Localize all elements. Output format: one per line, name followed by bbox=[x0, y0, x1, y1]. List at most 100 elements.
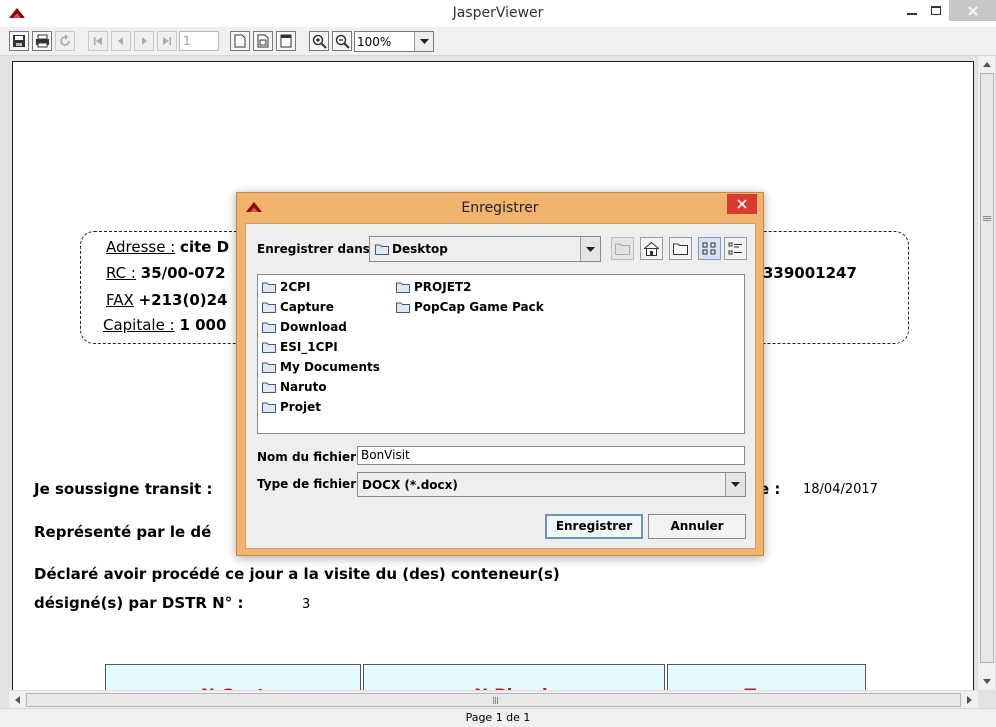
filetype-dropdown-button[interactable] bbox=[725, 473, 745, 496]
zoom-in-button[interactable] bbox=[309, 31, 329, 51]
save-button[interactable]: Enregistrer bbox=[545, 514, 643, 539]
represented-line: Représenté par le dé bbox=[34, 523, 212, 541]
list-item[interactable]: PopCap Game Pack bbox=[396, 298, 544, 315]
list-item[interactable]: 2CPI bbox=[262, 278, 310, 295]
save-dialog: Enregistrer Enregistrer dans : Desktop 2… bbox=[236, 192, 764, 556]
list-item-label: 2CPI bbox=[280, 279, 311, 294]
previous-page-button[interactable] bbox=[111, 31, 131, 51]
fit-page-button[interactable] bbox=[253, 31, 273, 51]
address-label: Adresse : bbox=[106, 238, 176, 256]
zoom-in-icon bbox=[312, 34, 327, 49]
capital-label: Capitale : bbox=[103, 316, 175, 334]
list-item-label: PopCap Game Pack bbox=[414, 299, 544, 314]
dialog-titlebar[interactable]: Enregistrer bbox=[237, 193, 763, 222]
fit-width-button[interactable] bbox=[276, 31, 296, 51]
close-button[interactable] bbox=[949, 0, 996, 21]
list-item-label: Projet bbox=[280, 399, 321, 414]
filename-input[interactable]: BonVisit bbox=[357, 446, 745, 465]
zoom-value: 100% bbox=[357, 35, 392, 49]
folder-icon bbox=[262, 382, 276, 393]
grip-icon bbox=[983, 216, 991, 217]
first-page-icon bbox=[94, 37, 102, 45]
capital-line: Capitale : 1 000 bbox=[103, 316, 226, 334]
declared-line: Déclaré avoir procédé ce jour a la visit… bbox=[34, 565, 560, 583]
arrow-up-icon bbox=[983, 62, 991, 67]
last-page-icon bbox=[163, 37, 171, 45]
print-button[interactable] bbox=[32, 31, 52, 51]
next-page-button[interactable] bbox=[134, 31, 154, 51]
address-value: cite D bbox=[180, 238, 230, 256]
list-item-label: ESI_1CPI bbox=[280, 339, 338, 354]
print-icon bbox=[35, 34, 49, 48]
window-title: JasperViewer bbox=[452, 5, 544, 21]
filetype-select[interactable]: DOCX (*.docx) bbox=[357, 472, 746, 497]
chevron-down-icon bbox=[731, 482, 740, 487]
folder-icon bbox=[262, 342, 276, 353]
window-titlebar[interactable]: JasperViewer bbox=[0, 0, 996, 27]
file-list[interactable]: 2CPI Capture Download ESI_1CPI My Docume… bbox=[257, 274, 745, 434]
dialog-close-button[interactable] bbox=[727, 194, 757, 214]
reload-button[interactable] bbox=[55, 31, 75, 51]
zoom-dropdown-button[interactable] bbox=[414, 32, 433, 51]
cancel-button[interactable]: Annuler bbox=[648, 514, 746, 539]
list-item[interactable]: Download bbox=[262, 318, 347, 335]
dialog-body: Enregistrer dans : Desktop 2CPI Capture … bbox=[245, 223, 756, 549]
list-item[interactable]: Capture bbox=[262, 298, 334, 315]
scroll-right-button[interactable] bbox=[961, 691, 978, 709]
folder-icon bbox=[262, 402, 276, 413]
fax-label: FAX bbox=[106, 291, 134, 309]
zoom-out-button[interactable] bbox=[332, 31, 352, 51]
vertical-scrollbar[interactable] bbox=[977, 56, 995, 690]
home-button[interactable] bbox=[640, 237, 663, 260]
scroll-left-button[interactable] bbox=[9, 691, 26, 709]
list-item-label: PROJET2 bbox=[414, 279, 472, 294]
list-item[interactable]: PROJET2 bbox=[396, 278, 471, 295]
date-value: 18/04/2017 bbox=[803, 482, 878, 497]
actual-size-button[interactable] bbox=[230, 31, 250, 51]
list-item[interactable]: My Documents bbox=[262, 358, 380, 375]
zoom-out-icon bbox=[335, 34, 350, 49]
look-in-label: Enregistrer dans : bbox=[257, 242, 379, 256]
page-status: Page 1 de 1 bbox=[465, 711, 531, 724]
details-view-button[interactable] bbox=[724, 237, 747, 260]
folder-icon bbox=[396, 302, 410, 313]
list-item[interactable]: ESI_1CPI bbox=[262, 338, 338, 355]
new-folder-button[interactable] bbox=[669, 237, 692, 260]
look-in-select[interactable]: Desktop bbox=[369, 236, 601, 262]
first-page-button[interactable] bbox=[88, 31, 108, 51]
right-number: 339001247 bbox=[763, 264, 857, 282]
rc-label: RC : bbox=[106, 264, 136, 282]
look-in-dropdown-button[interactable] bbox=[580, 237, 600, 261]
next-page-icon bbox=[142, 37, 147, 45]
list-item[interactable]: Projet bbox=[262, 398, 321, 415]
capital-value: 1 000 bbox=[179, 316, 227, 334]
horizontal-scrollbar[interactable] bbox=[9, 690, 978, 708]
close-icon bbox=[737, 199, 747, 209]
filetype-value: DOCX (*.docx) bbox=[362, 478, 458, 492]
dialog-title: Enregistrer bbox=[461, 200, 539, 216]
actual-size-icon bbox=[234, 34, 246, 48]
maximize-button[interactable] bbox=[922, 0, 950, 21]
page-number-input[interactable]: 1 bbox=[179, 31, 219, 51]
designated-line: désigné(s) par DSTR N° : bbox=[34, 594, 244, 612]
chevron-down-icon bbox=[419, 39, 429, 44]
list-view-button[interactable] bbox=[698, 237, 721, 260]
arrow-right-icon bbox=[967, 696, 972, 704]
minimize-icon bbox=[907, 12, 917, 15]
fax-value: +213(0)24 bbox=[138, 291, 228, 309]
scroll-up-button[interactable] bbox=[978, 56, 996, 73]
rc-line: RC : 35/00-072 bbox=[106, 264, 226, 282]
horizontal-scroll-thumb[interactable] bbox=[26, 693, 961, 707]
fax-line: FAX +213(0)24 bbox=[106, 291, 227, 309]
folder-icon bbox=[262, 322, 276, 333]
zoom-select[interactable]: 100% bbox=[354, 31, 434, 52]
address-line: Adresse : cite D bbox=[106, 238, 229, 256]
up-folder-button[interactable] bbox=[611, 237, 634, 260]
scroll-down-button[interactable] bbox=[978, 673, 996, 690]
list-item-label: Download bbox=[280, 319, 347, 334]
list-item[interactable]: Naruto bbox=[262, 378, 327, 395]
vertical-scroll-thumb[interactable] bbox=[980, 73, 994, 663]
last-page-button[interactable] bbox=[157, 31, 177, 51]
save-button[interactable] bbox=[9, 31, 29, 51]
grip-icon bbox=[493, 697, 494, 704]
